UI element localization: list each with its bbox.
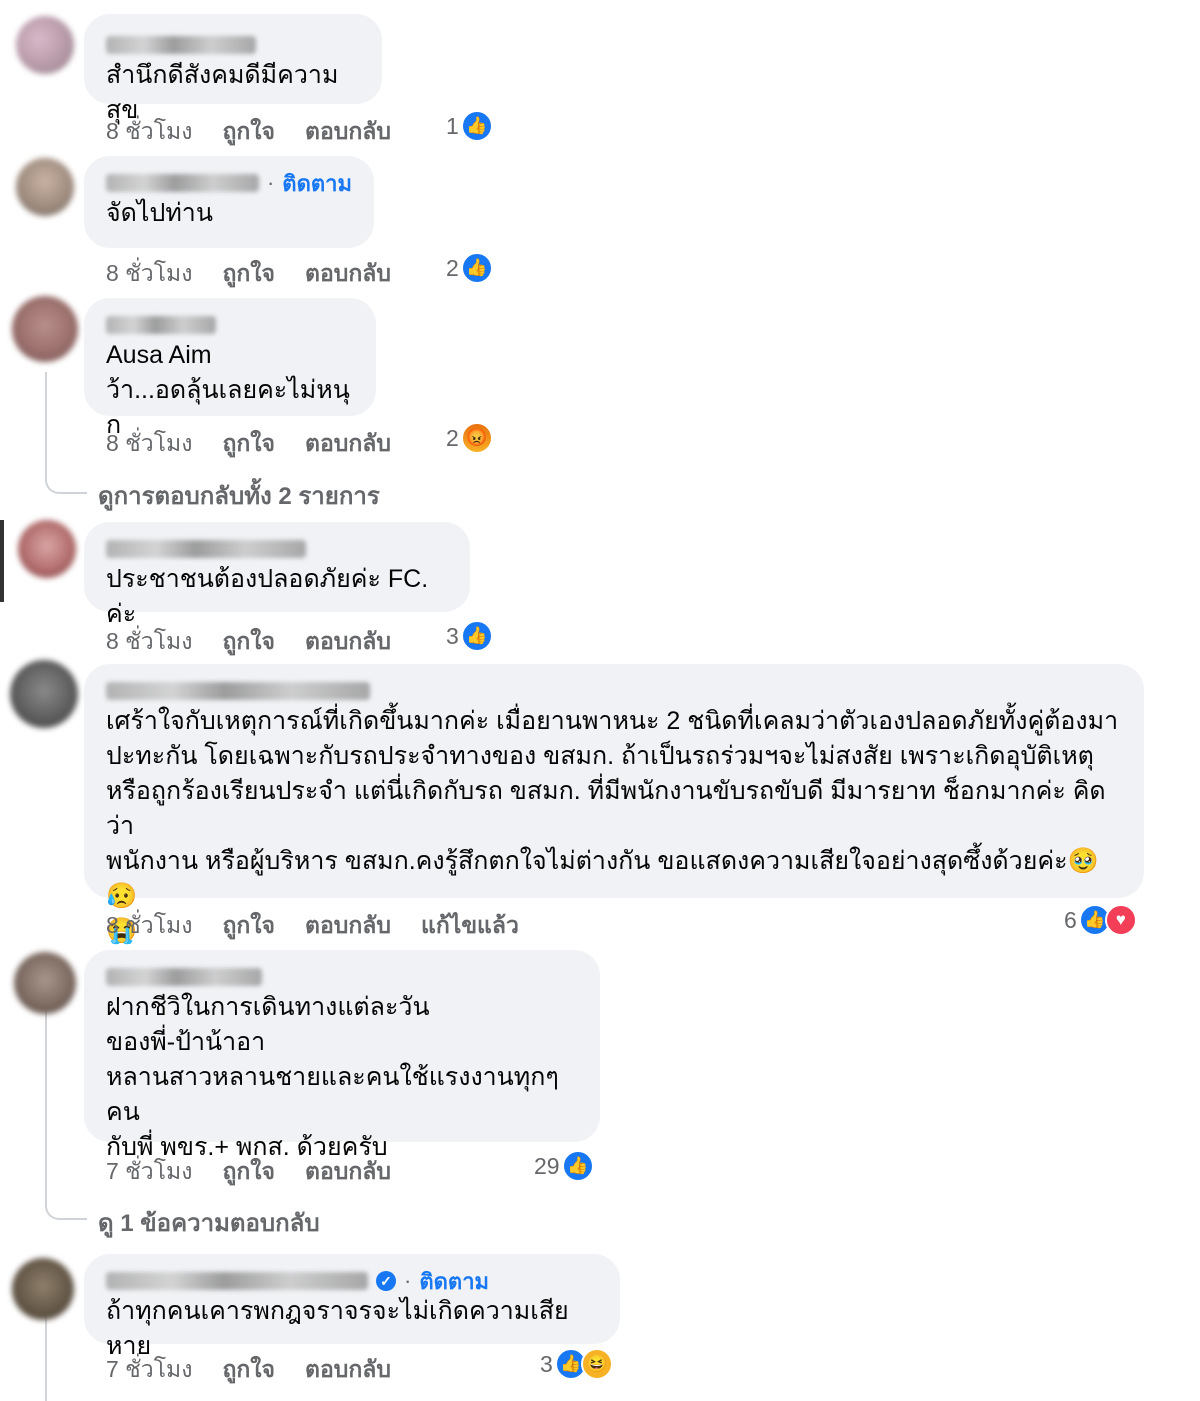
comment-bubble: เศร้าใจกับเหตุการณ์ที่เกิดขึ้นมากค่ะ เมื… [84,664,1144,945]
like-button[interactable]: ถูกใจ [222,114,275,150]
comment-actions: 8 ชั่วโมง ถูกใจ ตอบกลับ [106,426,391,462]
reply-button[interactable]: ตอบกลับ [305,1154,391,1190]
like-icon: 👍 [460,620,493,652]
avatar[interactable] [16,16,74,74]
like-button[interactable]: ถูกใจ [222,426,275,462]
timestamp[interactable]: 8 ชั่วโมง [106,426,192,462]
like-button[interactable]: ถูกใจ [222,1352,275,1388]
reaction-summary[interactable]: 2 👍 [446,252,493,284]
reply-button[interactable]: ตอบกลับ [305,908,391,944]
reaction-summary[interactable]: 6 👍 ♥ [1064,904,1137,936]
reaction-summary[interactable]: 29 👍 [534,1150,594,1182]
comment-bubble: ประชาชนต้องปลอดภัยค่ะ FC. ค่ะ [84,522,470,628]
thread-connector [45,470,87,494]
timestamp[interactable]: 8 ชั่วโมง [106,908,192,944]
reaction-count: 1 [446,112,459,139]
commenter-name[interactable] [106,1272,368,1290]
reaction-count: 2 [446,254,459,281]
avatar[interactable] [18,520,76,578]
commenter-name[interactable] [106,968,262,986]
comment-bubble: ฝากชีวิในการเดินทางแต่ละวัน ของพี่-ป้าน้… [84,950,600,1161]
reaction-count: 2 [446,424,459,451]
reply-button[interactable]: ตอบกลับ [305,426,391,462]
love-icon: ♥ [1104,904,1137,936]
timestamp[interactable]: 7 ชั่วโมง [106,1154,192,1190]
reaction-count: 3 [540,1350,553,1377]
thread-highlight-bar [0,520,4,602]
commenter-name[interactable] [106,540,306,558]
avatar[interactable] [10,660,78,728]
haha-icon: 😆 [580,1348,613,1380]
timestamp[interactable]: 8 ชั่วโมง [106,624,192,660]
commenter-name[interactable] [106,36,256,54]
like-button[interactable]: ถูกใจ [222,256,275,292]
comment-actions: 8 ชั่วโมง ถูกใจ ตอบกลับ แก้ไขแล้ว [106,908,519,944]
commenter-name[interactable] [106,174,259,192]
reaction-summary[interactable]: 3 👍 [446,620,493,652]
thread-line [45,372,47,472]
thread-connector [45,1196,87,1220]
thread-line [45,1008,47,1198]
comment-bubble: Ausa Aim ว้า...อดลุ้นเลยคะไม่หนุก [84,298,376,439]
reaction-count: 3 [446,622,459,649]
like-icon: 👍 [561,1150,594,1182]
commenter-name[interactable] [106,316,216,334]
follow-button[interactable]: ติดตาม [282,166,352,201]
reaction-summary[interactable]: 3 👍 😆 [540,1348,613,1380]
avatar[interactable] [12,1258,74,1320]
avatar[interactable] [12,296,78,362]
avatar[interactable] [14,952,76,1014]
reply-button[interactable]: ตอบกลับ [305,114,391,150]
reply-button[interactable]: ตอบกลับ [305,256,391,292]
separator-dot: · [266,170,275,195]
comment-actions: 8 ชั่วโมง ถูกใจ ตอบกลับ [106,114,391,150]
timestamp[interactable]: 8 ชั่วโมง [106,256,192,292]
timestamp[interactable]: 8 ชั่วโมง [106,114,192,150]
comment-actions: 8 ชั่วโมง ถูกใจ ตอบกลับ [106,256,391,292]
angry-icon: 😡 [460,422,493,454]
verified-badge-icon: ✓ [376,1271,396,1291]
view-replies-link[interactable]: ดูการตอบกลับทั้ง 2 รายการ [98,476,380,515]
comment-bubble: ✓ · ติดตาม ถ้าทุกคนเคารพกฎจราจรจะไม่เกิด… [84,1254,620,1360]
reaction-count: 29 [534,1152,560,1179]
comment-actions: 7 ชั่วโมง ถูกใจ ตอบกลับ [106,1154,391,1190]
reaction-count: 6 [1064,906,1077,933]
like-button[interactable]: ถูกใจ [222,624,275,660]
comment-actions: 8 ชั่วโมง ถูกใจ ตอบกลับ [106,624,391,660]
comment-actions: 7 ชั่วโมง ถูกใจ ตอบกลับ [106,1352,391,1388]
comment-bubble: · ติดตาม จัดไปท่าน [84,156,374,248]
reaction-summary[interactable]: 1 👍 [446,110,493,142]
comment-text: ประชาชนต้องปลอดภัยค่ะ FC. ค่ะ [106,565,429,628]
comment-text: จัดไปท่าน [106,199,213,227]
like-icon: 👍 [460,110,493,142]
timestamp[interactable]: 7 ชั่วโมง [106,1352,192,1388]
reaction-summary[interactable]: 2 😡 [446,422,493,454]
comment-text: ฝากชีวิในการเดินทางแต่ละวัน ของพี่-ป้าน้… [106,993,559,1161]
reply-button[interactable]: ตอบกลับ [305,1352,391,1388]
commenter-name[interactable] [106,682,370,700]
edited-label[interactable]: แก้ไขแล้ว [421,908,519,944]
like-button[interactable]: ถูกใจ [222,1154,275,1190]
like-button[interactable]: ถูกใจ [222,908,275,944]
separator-dot: · [404,1268,412,1293]
reply-button[interactable]: ตอบกลับ [305,624,391,660]
comment-bubble: สำนึกดีสังคมดีมีความสุข [84,14,382,124]
like-icon: 👍 [460,252,493,284]
view-replies-link[interactable]: ดู 1 ข้อความตอบกลับ [98,1203,320,1242]
avatar[interactable] [16,158,74,216]
